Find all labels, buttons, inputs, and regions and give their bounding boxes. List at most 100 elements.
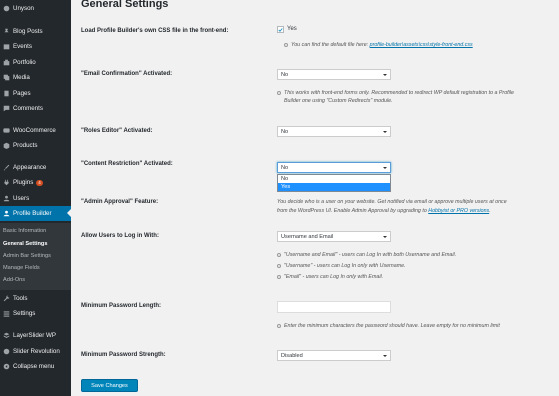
email-confirmation-desc-line2: Builder one using "Custom Redirects" mod…: [284, 98, 393, 104]
checkmark-icon: [278, 27, 283, 32]
allow-login-label: Allow Users to Log in With:: [81, 233, 159, 239]
load-css-description: You can find the default file here: prof…: [284, 42, 473, 48]
sidebar-item-appearance[interactable]: Appearance: [0, 160, 71, 175]
desc-text: .: [489, 208, 491, 214]
allow-login-select[interactable]: Username and Email: [277, 231, 391, 242]
sidebar-item-pages[interactable]: Pages: [0, 86, 71, 101]
sidebar-item-profile-builder[interactable]: Profile Builder: [0, 206, 71, 221]
sidebar-item-portfolio[interactable]: Portfolio: [0, 55, 71, 70]
email-confirmation-select[interactable]: No: [277, 69, 391, 80]
select-value: Disabled: [281, 352, 303, 359]
bullet-icon: [277, 323, 281, 328]
sidebar-item-label: Blog Posts: [13, 28, 43, 35]
desc-text: Enter the minimum characters the passwor…: [284, 323, 500, 329]
dropdown-option-no[interactable]: No: [278, 175, 390, 183]
content-restriction-select[interactable]: No: [277, 162, 391, 173]
sidebar-item-label: Products: [13, 142, 38, 149]
save-changes-button[interactable]: Save Changes: [81, 379, 138, 392]
slider-revolution-icon: [0, 348, 13, 355]
chevron-down-icon: [383, 73, 387, 76]
page-icon: [0, 90, 13, 97]
media-icon: [0, 74, 13, 81]
sidebar-item-label: WooCommerce: [13, 127, 56, 134]
bullet-icon: [277, 274, 281, 279]
select-value: No: [281, 164, 289, 171]
plugin-icon: [0, 179, 13, 186]
plugins-update-badge: 4: [36, 179, 43, 186]
min-password-strength-label: Minimum Password Strength:: [81, 352, 166, 358]
allow-login-desc-2: "Username" - users can Log In only with …: [277, 263, 406, 269]
desc-text: "Username" - users can Log In only with …: [284, 263, 406, 269]
collapse-menu-button[interactable]: Collapse menu: [0, 359, 71, 374]
users-icon: [0, 195, 13, 202]
upgrade-link[interactable]: Hobbyist or PRO versions: [428, 208, 489, 214]
bullet-icon: [277, 252, 281, 257]
min-password-length-desc: Enter the minimum characters the passwor…: [277, 323, 500, 329]
sidebar-item-label: Comments: [13, 105, 43, 112]
sidebar-item-users[interactable]: Users: [0, 191, 71, 206]
sidebar-item-label: Profile Builder: [13, 210, 52, 217]
desc-text: from the WordPress UI. Enable Admin Appr…: [277, 208, 427, 214]
sidebar-item-label: LayerSlider WP: [13, 332, 56, 339]
sidebar-item-label: Slider Revolution: [13, 348, 60, 355]
sidebar-item-woocommerce[interactable]: WooCommerce: [0, 123, 71, 138]
sidebar-item-products[interactable]: Products: [0, 138, 71, 153]
comment-icon: [0, 105, 13, 112]
submenu-item-basic-information[interactable]: Basic Information: [3, 228, 46, 234]
sidebar-item-label: Unyson: [13, 5, 34, 12]
unyson-icon: [0, 5, 13, 12]
load-css-checkbox[interactable]: [277, 26, 284, 33]
submenu-item-manage-fields[interactable]: Manage Fields: [3, 265, 40, 271]
profile-builder-icon: [0, 210, 13, 217]
min-password-strength-select[interactable]: Disabled: [277, 350, 391, 361]
sidebar-item-unyson[interactable]: Unyson: [0, 1, 71, 16]
allow-login-desc-3: "Email" - users can Log In only with Ema…: [277, 274, 383, 280]
settings-icon: [0, 310, 13, 317]
calendar-icon: [0, 43, 13, 50]
submenu-item-add-ons[interactable]: Add-Ons: [3, 277, 25, 283]
min-password-length-input[interactable]: [277, 301, 391, 313]
min-password-length-label: Minimum Password Length:: [81, 303, 162, 309]
select-value: Username and Email: [281, 233, 334, 240]
sidebar-item-blog-posts[interactable]: Blog Posts: [0, 24, 71, 39]
desc-text: "Username and Email" - users can Log In …: [284, 252, 457, 258]
submenu-item-admin-bar-settings[interactable]: Admin Bar Settings: [3, 253, 51, 259]
bullet-icon: [277, 90, 281, 95]
dropdown-option-yes[interactable]: Yes: [278, 183, 390, 191]
sidebar-item-label: Portfolio: [13, 59, 36, 66]
portfolio-icon: [0, 59, 13, 66]
email-confirmation-desc-line1: This works with front-end forms only. Re…: [277, 90, 514, 96]
woocommerce-icon: [0, 127, 13, 134]
sidebar-item-slider-revolution[interactable]: Slider Revolution: [0, 344, 71, 359]
sidebar-item-plugins[interactable]: Plugins 4: [0, 175, 71, 190]
load-css-desc-text: You can find the default file here:: [291, 42, 369, 48]
sidebar-item-comments[interactable]: Comments: [0, 101, 71, 116]
submenu-item-general-settings[interactable]: General Settings: [3, 241, 47, 247]
admin-approval-desc-line1: You decide who is a user on your website…: [277, 199, 507, 205]
chevron-down-icon: [383, 130, 387, 133]
sidebar-item-settings[interactable]: Settings: [0, 306, 71, 321]
page-title: General Settings: [81, 0, 169, 10]
wrench-icon: [0, 295, 13, 302]
bullet-icon: [277, 263, 281, 268]
allow-login-desc-1: "Username and Email" - users can Log In …: [277, 252, 456, 258]
products-icon: [0, 142, 13, 149]
admin-sidebar: Unyson Blog Posts Events Portfolio Media…: [0, 0, 71, 396]
default-css-file-link[interactable]: profile-builder\assets\css\style-front-e…: [370, 42, 473, 48]
sidebar-item-layerslider[interactable]: LayerSlider WP: [0, 328, 71, 343]
sidebar-item-label: Appearance: [13, 164, 47, 171]
pushpin-icon: [0, 28, 13, 35]
sidebar-item-tools[interactable]: Tools: [0, 291, 71, 306]
sidebar-item-media[interactable]: Media: [0, 70, 71, 85]
load-css-checkbox-label: Yes: [287, 26, 297, 32]
content-restriction-dropdown: No Yes: [277, 174, 391, 192]
sidebar-item-label: Collapse menu: [13, 363, 55, 370]
sidebar-item-label: Events: [13, 43, 32, 50]
roles-editor-select[interactable]: No: [277, 126, 391, 137]
collapse-icon: [0, 363, 13, 370]
sidebar-item-label: Pages: [13, 90, 31, 97]
sidebar-item-label: Users: [13, 195, 30, 202]
layerslider-icon: [0, 332, 13, 339]
sidebar-item-events[interactable]: Events: [0, 39, 71, 54]
chevron-down-icon: [383, 354, 387, 357]
